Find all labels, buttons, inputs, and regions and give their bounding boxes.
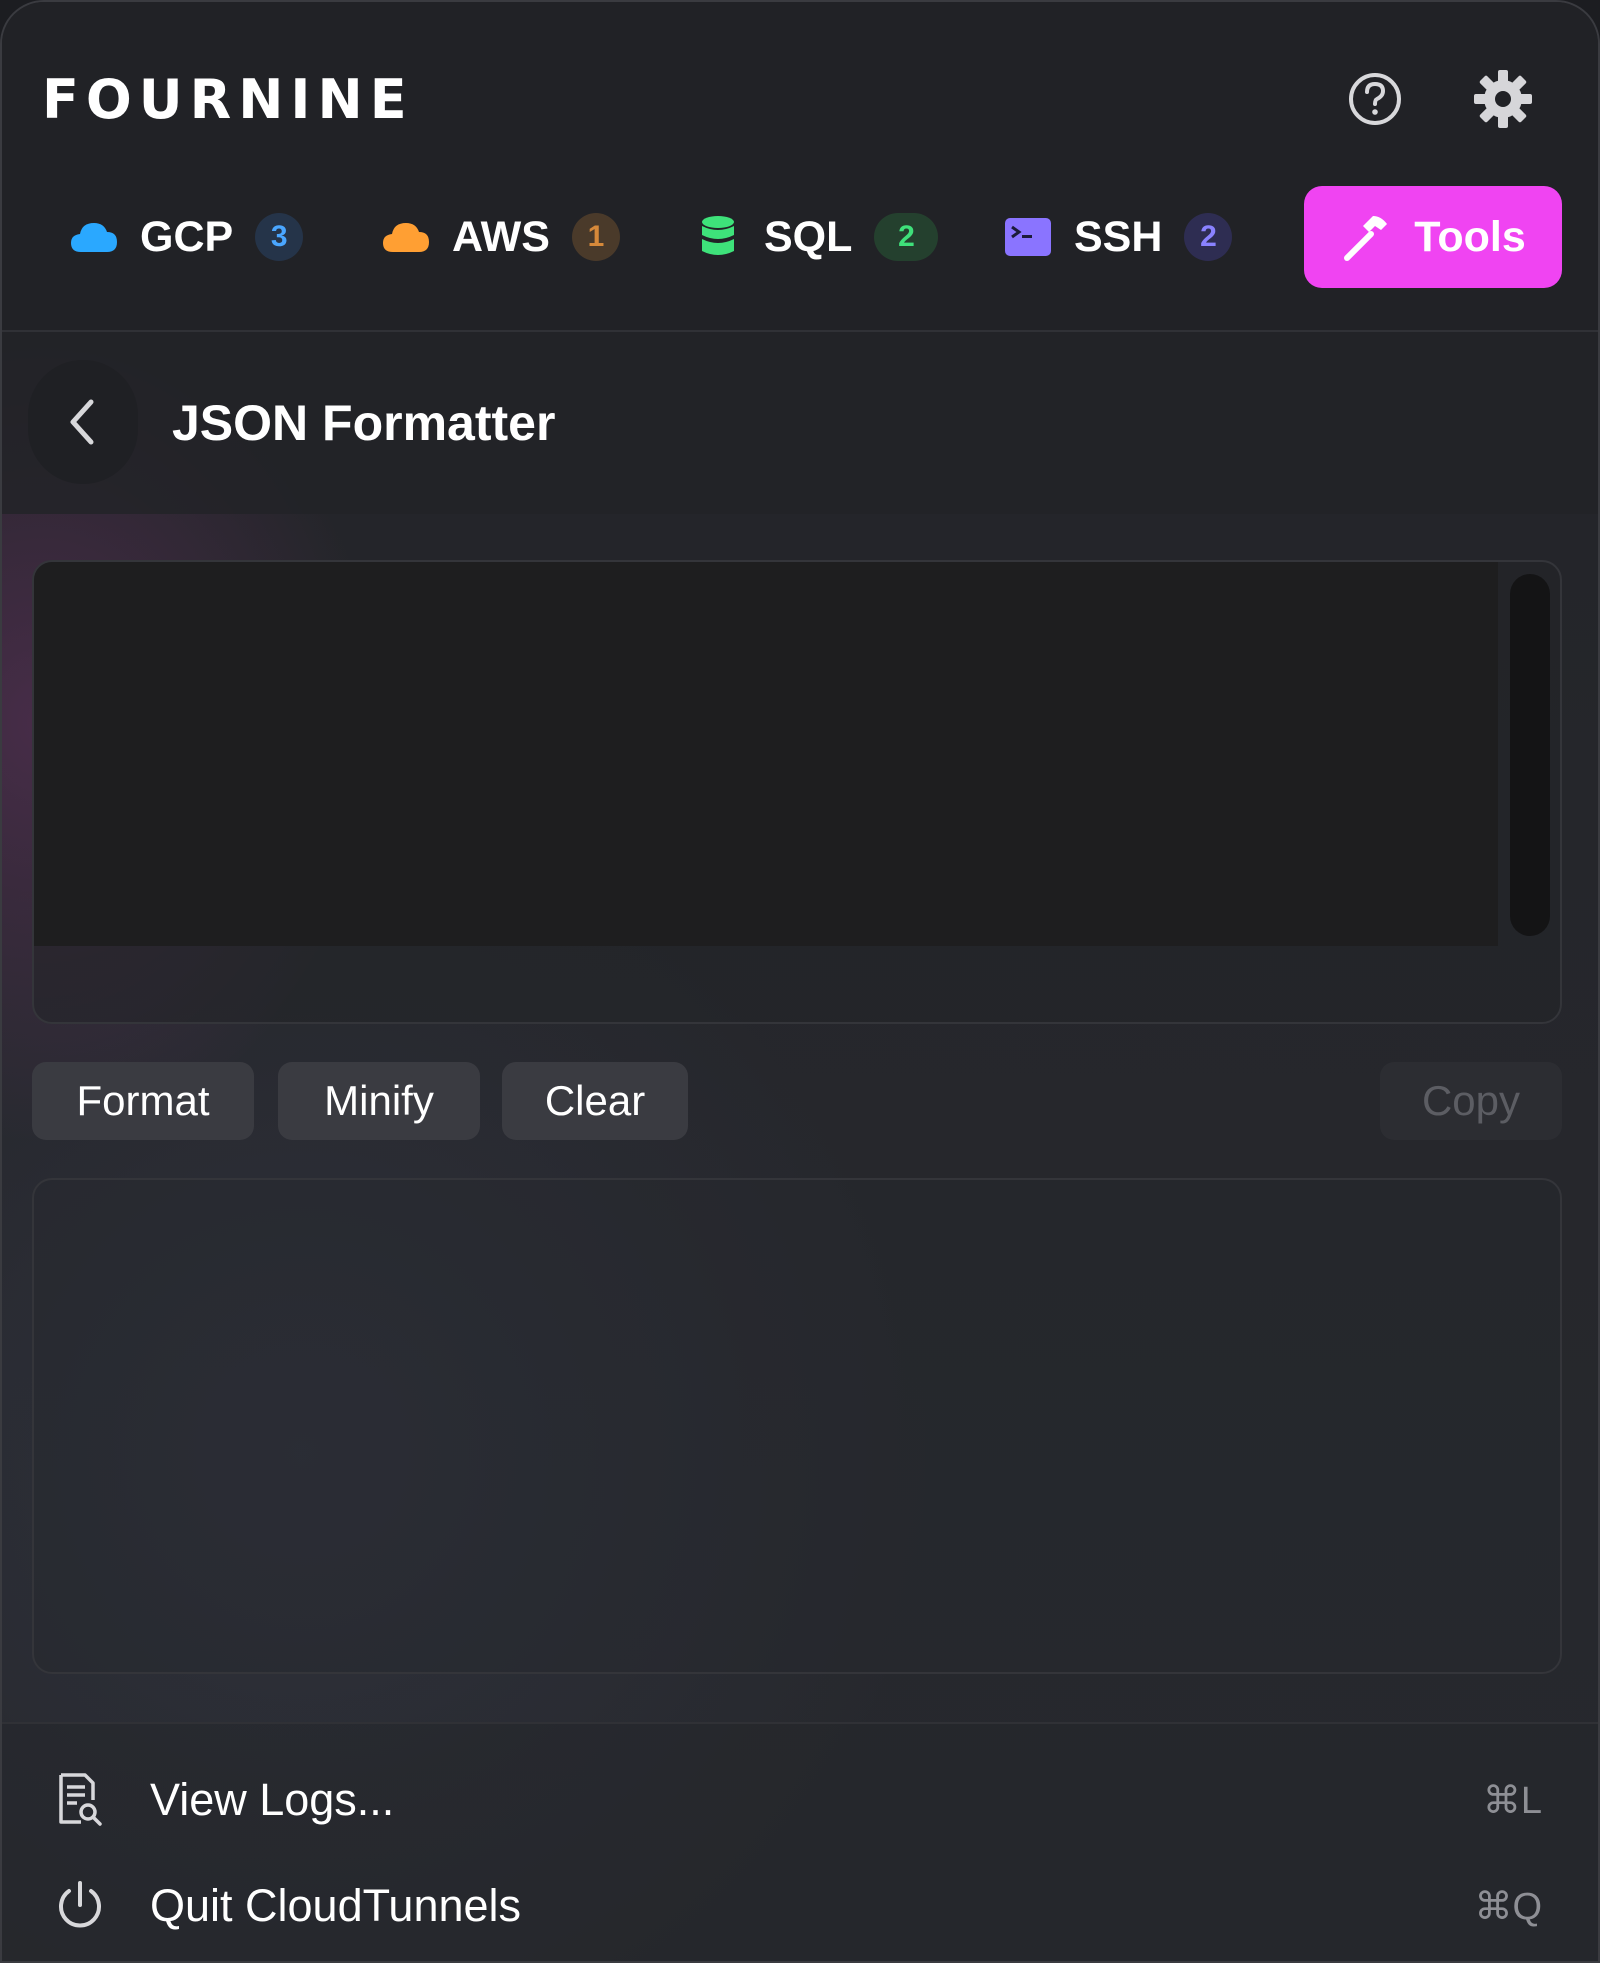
scrollbar[interactable] (1510, 574, 1550, 936)
tab-aws[interactable]: AWS 1 (380, 186, 620, 288)
database-icon (692, 211, 744, 263)
copy-button[interactable]: Copy (1380, 1062, 1562, 1140)
count-badge: 1 (571, 213, 620, 261)
json-input-editor[interactable] (32, 560, 1562, 1024)
json-input-textarea[interactable] (34, 562, 1498, 946)
tab-ssh[interactable]: SSH 2 (1002, 186, 1233, 288)
back-button[interactable] (28, 360, 138, 484)
cloud-icon (68, 211, 120, 263)
view-logs-menu-item[interactable]: View Logs... ⌘L (2, 1750, 1598, 1850)
service-tabs: GCP 3 AWS 1 SQL 2 SSH 2 Tools (2, 186, 1598, 288)
gear-icon[interactable] (1472, 68, 1534, 130)
tab-label: SQL (764, 212, 853, 261)
header: FOURNINE GCP 3 AWS 1 SQL 2 SSH 2 Tools (2, 2, 1598, 332)
app-logo: FOURNINE (42, 68, 414, 131)
tab-sql[interactable]: SQL 2 (692, 186, 939, 288)
tab-label: Tools (1414, 212, 1526, 261)
document-search-icon (50, 1770, 110, 1830)
keyboard-shortcut: ⌘L (1482, 1779, 1542, 1822)
json-output-panel[interactable] (32, 1178, 1562, 1674)
tab-label: SSH (1074, 212, 1163, 261)
hammer-icon (1340, 211, 1392, 263)
tool-header: JSON Formatter (2, 332, 1598, 514)
menu-label: Quit CloudTunnels (150, 1880, 522, 1931)
menu-label: View Logs... (150, 1774, 395, 1825)
tab-label: AWS (452, 212, 550, 261)
format-button[interactable]: Format (32, 1062, 254, 1140)
power-icon (50, 1876, 110, 1936)
terminal-icon (1002, 211, 1054, 263)
page-title: JSON Formatter (172, 395, 556, 451)
cloud-icon (380, 211, 432, 263)
minify-button[interactable]: Minify (278, 1062, 480, 1140)
chevron-left-icon (70, 399, 94, 445)
clear-button[interactable]: Clear (502, 1062, 688, 1140)
app-window: FOURNINE GCP 3 AWS 1 SQL 2 SSH 2 Tools J… (0, 0, 1600, 1963)
help-icon[interactable] (1344, 68, 1406, 130)
tab-gcp[interactable]: GCP 3 (68, 186, 304, 288)
keyboard-shortcut: ⌘Q (1474, 1885, 1542, 1928)
tab-tools[interactable]: Tools (1304, 186, 1562, 288)
count-badge: 2 (874, 213, 939, 261)
footer-menu: View Logs... ⌘L Quit CloudTunnels ⌘Q (2, 1722, 1598, 1961)
count-badge: 3 (255, 213, 304, 261)
count-badge: 2 (1184, 213, 1233, 261)
tab-label: GCP (140, 212, 234, 261)
quit-menu-item[interactable]: Quit CloudTunnels ⌘Q (2, 1856, 1598, 1956)
